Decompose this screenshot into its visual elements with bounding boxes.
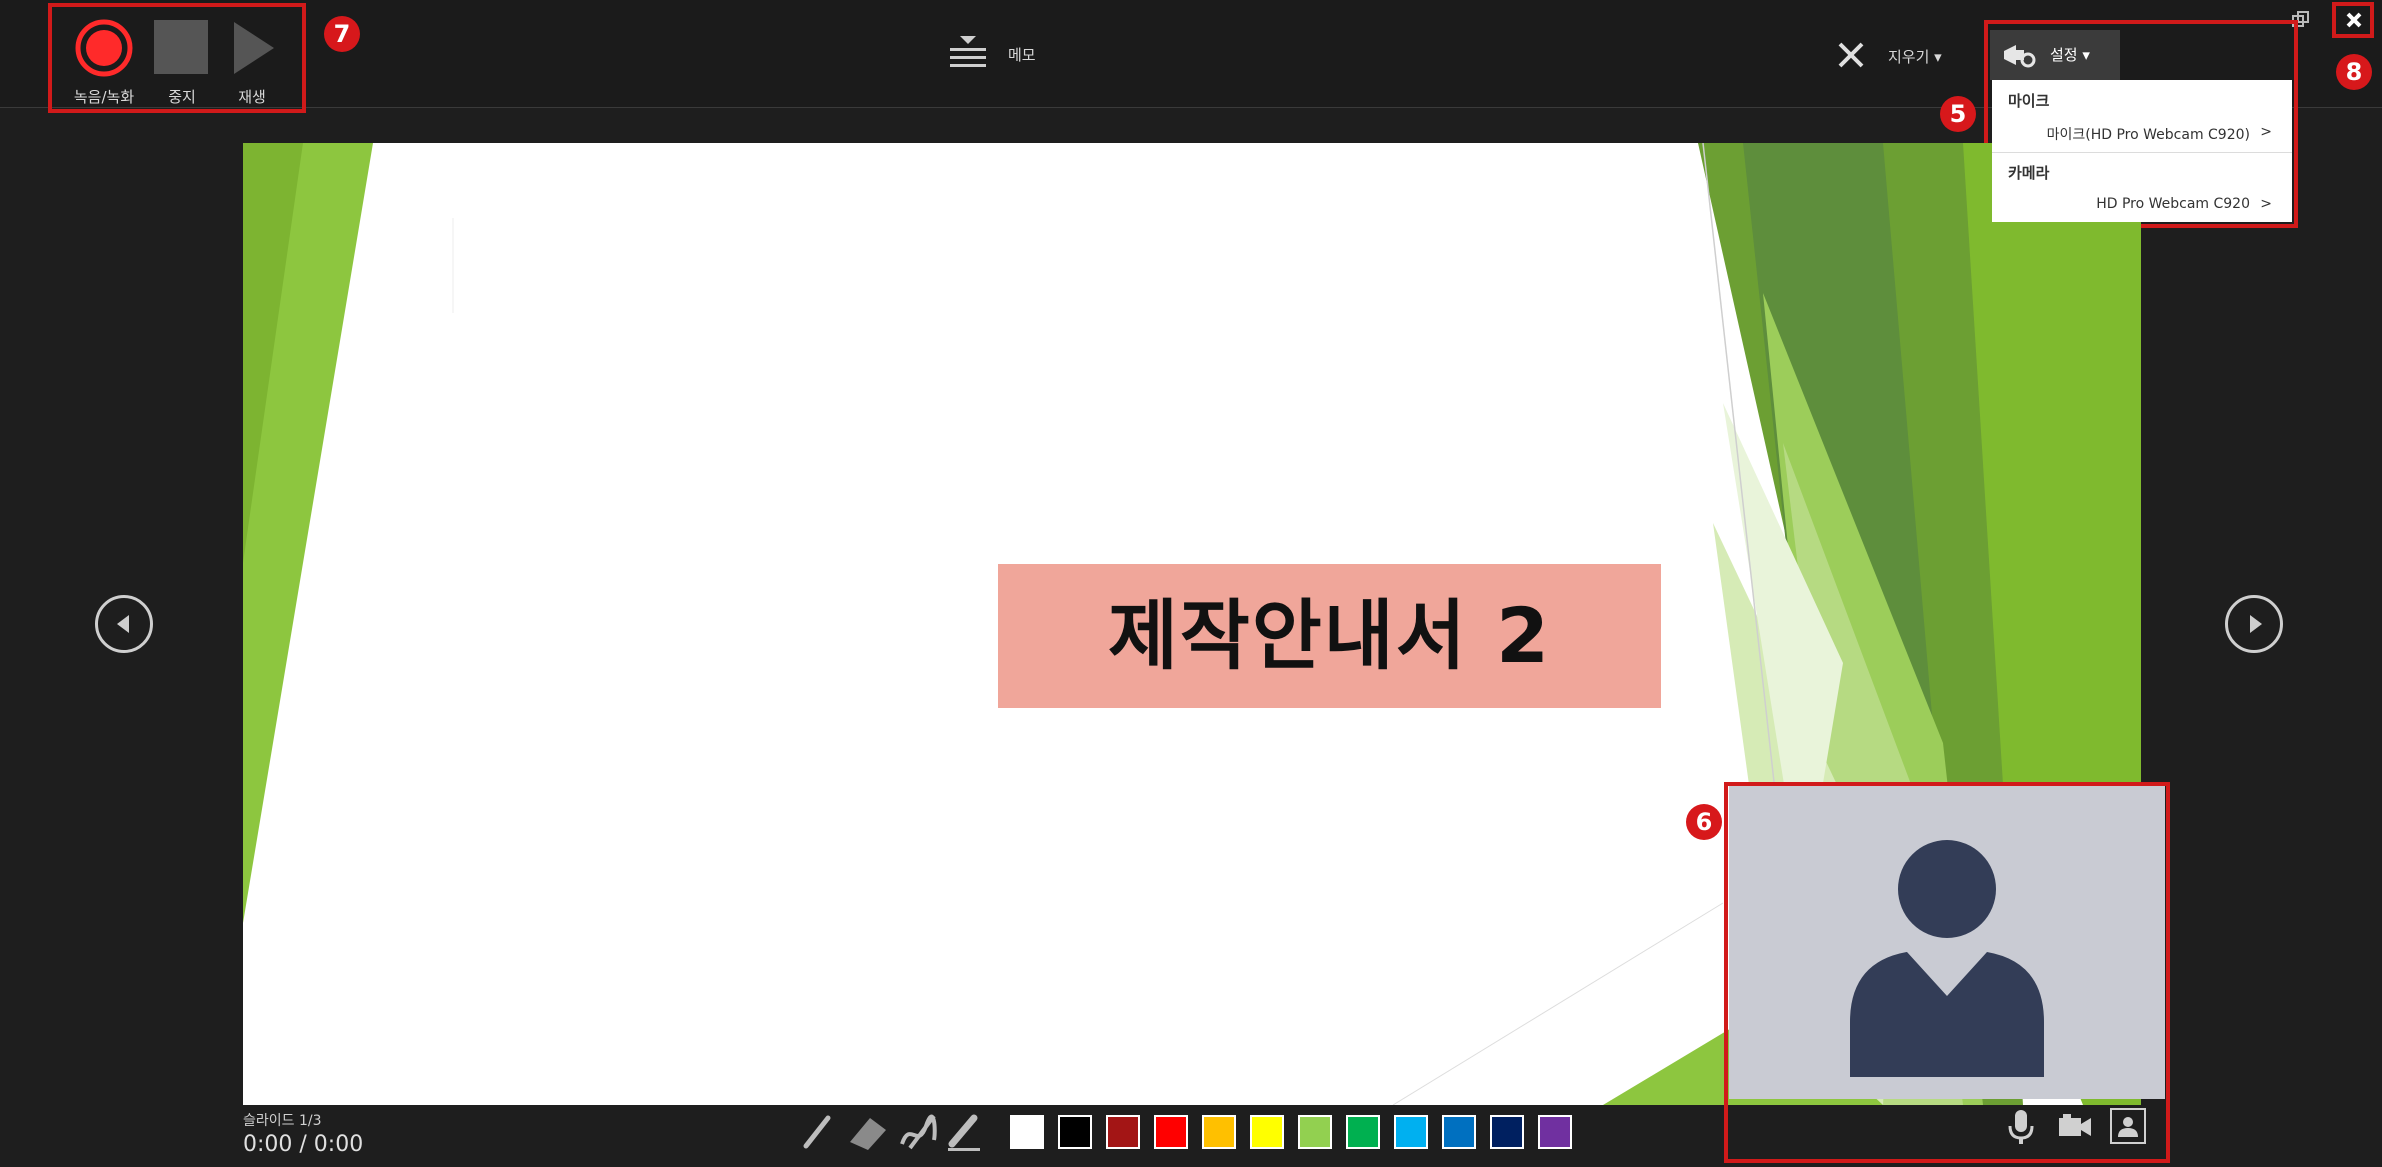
camera-header: 카메라 — [2008, 164, 2050, 182]
mic-option[interactable]: 마이크(HD Pro Webcam C920) > — [2008, 124, 2276, 144]
record-controls-badge: 7 — [324, 16, 360, 52]
pen-color-swatch[interactable] — [1058, 1115, 1092, 1149]
pen-color-swatch[interactable] — [1106, 1115, 1140, 1149]
next-slide-icon — [2250, 615, 2262, 633]
camera-option-label: HD Pro Webcam C920 — [2096, 196, 2250, 212]
notes-button[interactable]: 메모 — [948, 34, 1058, 74]
slide-number: 슬라이드 1/3 — [243, 1113, 322, 1129]
close-callout — [2332, 2, 2374, 38]
pen-color-swatch[interactable] — [1346, 1115, 1380, 1149]
pen-color-swatch[interactable] — [1442, 1115, 1476, 1149]
settings-dropdown: 마이크 마이크(HD Pro Webcam C920) > 카메라 HD Pro… — [1992, 80, 2292, 222]
prev-slide-icon — [117, 615, 129, 633]
record-controls-callout — [48, 3, 306, 113]
menu-divider — [1992, 152, 2292, 153]
pen-color-swatch[interactable] — [1250, 1115, 1284, 1149]
mic-option-label: 마이크(HD Pro Webcam C920) — [2046, 127, 2250, 143]
pen-color-swatch[interactable] — [1010, 1115, 1044, 1149]
close-badge: 8 — [2336, 54, 2372, 90]
slide-title: 제작안내서 2 — [998, 564, 1661, 708]
chevron-right-icon: > — [2260, 196, 2272, 212]
pen-icon[interactable] — [800, 1112, 836, 1152]
next-slide-button[interactable] — [2225, 595, 2283, 653]
ink-pen-icon[interactable] — [896, 1110, 940, 1154]
clear-label: 지우기 ▾ — [1888, 48, 1942, 66]
notes-icon — [950, 36, 986, 67]
pen-color-swatch[interactable] — [1394, 1115, 1428, 1149]
camera-callout — [1724, 782, 2170, 1163]
clear-button[interactable]: 지우기 ▾ — [1836, 38, 1966, 74]
eraser-icon[interactable] — [846, 1112, 890, 1152]
clear-icon — [1838, 42, 1864, 68]
pen-color-swatch[interactable] — [1154, 1115, 1188, 1149]
notes-label: 메모 — [1008, 46, 1036, 64]
recording-timer: 0:00 / 0:00 — [243, 1132, 364, 1157]
pen-color-swatch[interactable] — [1490, 1115, 1524, 1149]
camera-badge: 6 — [1686, 804, 1722, 840]
pen-color-swatch[interactable] — [1538, 1115, 1572, 1149]
pen-color-swatch[interactable] — [1298, 1115, 1332, 1149]
mic-header: 마이크 — [2008, 92, 2050, 110]
settings-badge: 5 — [1940, 96, 1976, 132]
highlighter-icon[interactable] — [944, 1110, 984, 1154]
chevron-right-icon: > — [2260, 124, 2272, 140]
camera-option[interactable]: HD Pro Webcam C920 > — [2008, 196, 2276, 212]
pen-color-swatch[interactable] — [1202, 1115, 1236, 1149]
prev-slide-button[interactable] — [95, 595, 153, 653]
